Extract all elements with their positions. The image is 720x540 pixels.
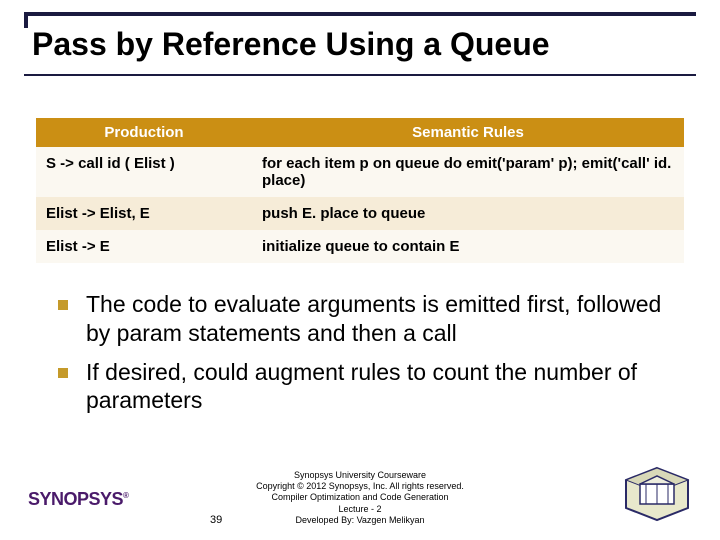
bullet-text: The code to evaluate arguments is emitte… [86, 290, 680, 348]
th-rules: Semantic Rules [252, 118, 684, 147]
footer: Synopsys University Courseware Copyright… [0, 470, 720, 526]
list-item: The code to evaluate arguments is emitte… [58, 290, 680, 348]
cell-production: S -> call id ( Elist ) [36, 147, 252, 197]
bullet-icon [58, 300, 68, 310]
cell-production: Elist -> Elist, E [36, 197, 252, 230]
bullet-icon [58, 368, 68, 378]
slide-title: Pass by Reference Using a Queue [32, 26, 696, 63]
bullet-text: If desired, could augment rules to count… [86, 358, 680, 416]
table-row: S -> call id ( Elist ) for each item p o… [36, 147, 684, 197]
table-header-row: Production Semantic Rules [36, 118, 684, 147]
footer-line: Compiler Optimization and Code Generatio… [0, 492, 720, 503]
title-underline [24, 74, 696, 76]
list-item: If desired, could augment rules to count… [58, 358, 680, 416]
slide: Pass by Reference Using a Queue Producti… [0, 0, 720, 540]
cell-production: Elist -> E [36, 230, 252, 263]
footer-line: Copyright © 2012 Synopsys, Inc. All righ… [0, 481, 720, 492]
top-rule [24, 12, 696, 16]
cell-rules: for each item p on queue do emit('param'… [252, 147, 684, 197]
college-logo-icon [622, 466, 692, 522]
top-rule-tick [24, 16, 28, 28]
footer-line: Synopsys University Courseware [0, 470, 720, 481]
cell-rules: initialize queue to contain E [252, 230, 684, 263]
rules-table: Production Semantic Rules S -> call id (… [36, 118, 684, 263]
bullet-list: The code to evaluate arguments is emitte… [58, 290, 680, 425]
footer-line: Developed By: Vazgen Melikyan [0, 515, 720, 526]
table-row: Elist -> Elist, E push E. place to queue [36, 197, 684, 230]
table-row: Elist -> E initialize queue to contain E [36, 230, 684, 263]
cell-rules: push E. place to queue [252, 197, 684, 230]
th-production: Production [36, 118, 252, 147]
footer-line: Lecture - 2 [0, 504, 720, 515]
